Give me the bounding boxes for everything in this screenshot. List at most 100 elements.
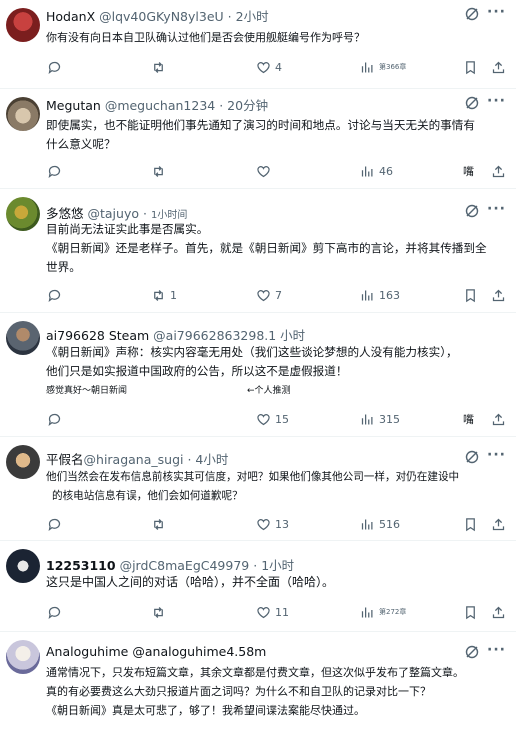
heart-icon [257,165,270,177]
views-icon [361,519,373,529]
tweet[interactable]: 平假名@hiragana_sugi · 4小时 ··· 他们当然会在发布信息前核… [0,437,516,541]
reply-button[interactable] [47,602,62,622]
bookmark-label: 嘴 [463,165,474,178]
more-icon[interactable]: ··· [487,201,506,217]
tweet[interactable]: ai796628 Steam @ai79662863298.1 小时 《朝日新闻… [0,313,516,437]
display-name[interactable]: ai796628 Steam [46,328,149,343]
more-icon[interactable]: ··· [487,447,506,463]
display-name[interactable]: Analoguhime [46,644,128,659]
heart-icon [257,606,270,618]
grok-icon[interactable] [464,95,480,111]
retweet-button[interactable] [151,602,166,622]
like-button[interactable]: 7 [256,285,282,305]
timestamp[interactable]: 1小时 [261,558,294,573]
share-button[interactable] [491,514,506,534]
views-count: 第366章 [379,63,407,71]
handle[interactable]: @ai79662863298.1 小时 [153,328,305,343]
tweet-line: 即使属实，也不能证明他们事先通知了演习的时间和地点。讨论与当天无关的事情有 [46,118,475,132]
views-button[interactable]: 315 [360,409,400,429]
tweet-text: 这只是中国人之间的对话（哈哈），并不全面（哈哈）。 [46,573,502,592]
views-button[interactable]: 第272章 [360,602,406,622]
views-button[interactable]: 163 [360,285,400,305]
retweet-button[interactable] [151,57,166,77]
share-icon [492,413,505,425]
bookmark-button[interactable] [463,285,478,305]
display-name[interactable]: HodanX [46,9,95,24]
timestamp[interactable]: 20分钟 [227,98,268,113]
share-button[interactable] [491,57,506,77]
retweet-button[interactable]: 1 [151,285,177,305]
tweet[interactable]: Analoguhime @analoguhime4.58m ··· 通常情况下，… [0,632,516,730]
bookmark-button[interactable] [463,514,478,534]
like-button[interactable]: 15 [256,409,289,429]
reply-button[interactable] [47,285,62,305]
tweet-text: 即使属实，也不能证明他们事先通知了演习的时间和地点。讨论与当天无关的事情有 什么… [46,116,502,154]
like-button[interactable]: 4 [256,57,282,77]
handle[interactable]: @tajuyo [88,206,140,221]
tweet-text: 他们当然会在发布信息前核实其可信度，对吧？如果他们像其他公司一样，对仍在建设中 … [46,468,502,506]
share-button[interactable] [491,602,506,622]
share-button[interactable] [491,409,506,429]
bookmark-icon [466,605,475,619]
handle[interactable]: @meguchan1234 [105,98,215,113]
tweet-header: HodanX @lqv40GKyN8yl3eU · 2小时 [46,9,269,24]
grok-icon[interactable] [464,203,480,219]
avatar[interactable] [6,445,40,479]
display-name[interactable]: 平假名 [46,452,84,467]
views-button[interactable]: 46 [360,161,393,181]
bookmark-button[interactable]: 嘴 [463,161,474,181]
reply-button[interactable] [47,161,62,181]
timestamp[interactable]: 4小时 [195,452,228,467]
tweet[interactable]: 多悠悠 @tajuyo · 1小时间 ··· 目前尚无法证实此事是否属实。 《朝… [0,189,516,313]
tweet-line: 你有没有向日本自卫队确认过他们是否会使用舰艇编号作为呼号？ [46,31,365,44]
more-icon[interactable]: ··· [487,93,506,109]
views-button[interactable]: 第366章 [360,57,406,77]
display-name[interactable]: 12253110 [46,558,116,573]
grok-icon[interactable] [464,6,480,22]
reply-button[interactable] [47,514,62,534]
reply-button[interactable] [47,409,62,429]
views-count: 第272章 [379,608,407,616]
views-count: 46 [379,164,393,178]
handle[interactable]: @jrdC8maEgC49979 [120,558,250,573]
retweet-button[interactable] [151,161,166,181]
avatar[interactable] [6,640,40,674]
grok-icon[interactable] [464,449,480,465]
like-button[interactable] [256,161,271,181]
tweet-actions: 4 第366章 [0,57,516,77]
display-name[interactable]: 多悠悠 [46,206,84,221]
avatar[interactable] [6,197,40,231]
tweet-line: 世界。 [46,260,81,274]
avatar[interactable] [6,97,40,131]
retweet-button[interactable] [151,514,166,534]
display-name[interactable]: Megutan [46,98,101,113]
bookmark-button[interactable] [463,57,478,77]
tweet[interactable]: Megutan @meguchan1234 · 20分钟 ··· 即使属实，也不… [0,89,516,189]
bookmark-button[interactable] [463,602,478,622]
reply-icon [48,518,61,531]
tweet[interactable]: HodanX @lqv40GKyN8yl3eU · 2小时 ··· 你有没有向日… [0,0,516,89]
share-icon [492,61,505,73]
like-button[interactable]: 13 [256,514,289,534]
avatar[interactable] [6,321,40,355]
share-icon [492,518,505,530]
share-button[interactable] [491,285,506,305]
views-button[interactable]: 516 [360,514,400,534]
handle[interactable]: @hiragana_sugi [84,452,184,467]
grok-icon[interactable] [464,644,480,660]
more-icon[interactable]: ··· [487,4,506,20]
tweet-header: Megutan @meguchan1234 · 20分钟 [46,98,269,113]
tweet-text: 通常情况下，只发布短篇文章，其余文章都是付费文章，但这次似乎发布了整篇文章。 真… [46,663,502,720]
like-button[interactable]: 11 [256,602,289,622]
tweet[interactable]: 12253110 @jrdC8maEgC49979 · 1小时 这只是中国人之间… [0,541,516,632]
share-button[interactable] [491,161,506,181]
handle[interactable]: @lqv40GKyN8yl3eU [99,9,224,24]
handle[interactable]: @analoguhime4.58m [132,644,266,659]
more-icon[interactable]: ··· [487,642,506,658]
reply-button[interactable] [47,57,62,77]
bookmark-button[interactable]: 嘴 [463,409,474,429]
avatar[interactable] [6,8,40,42]
tweet-line: 《朝日新闻》还是老样子。首先，就是《朝日新闻》剪下高市的言论，并将其传播到全 [46,241,487,255]
avatar[interactable] [6,549,40,583]
timestamp[interactable]: 2小时 [236,9,269,24]
